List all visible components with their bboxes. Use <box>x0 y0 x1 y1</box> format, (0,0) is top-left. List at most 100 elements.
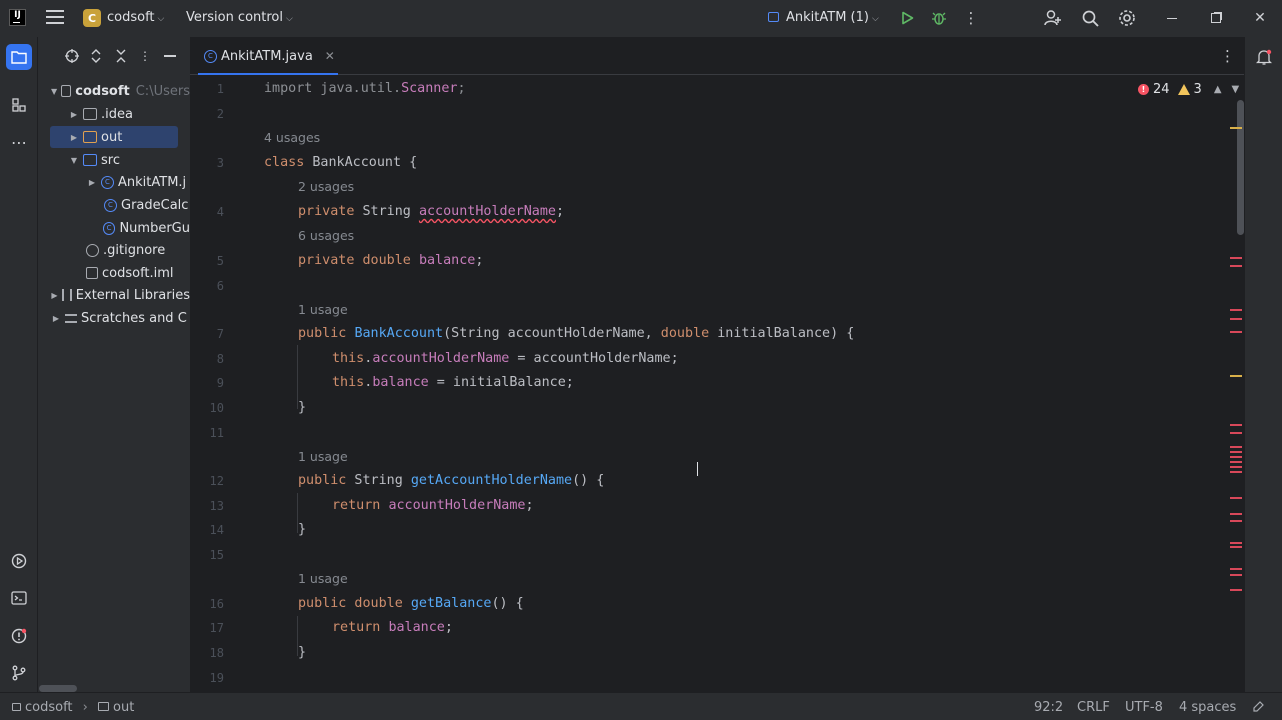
inspections-widget[interactable]: ! 24 3 ▲ ▼ <box>1138 82 1239 97</box>
error-marker[interactable] <box>1230 574 1242 576</box>
indent-setting[interactable]: 4 spaces <box>1179 700 1236 715</box>
error-marker[interactable] <box>1230 331 1242 333</box>
usages-hint[interactable]: 4 usages <box>264 129 320 147</box>
services-icon[interactable] <box>6 548 32 574</box>
more-tool-windows-icon[interactable]: ⋯ <box>6 129 32 155</box>
run-icon[interactable] <box>897 8 917 28</box>
error-marker[interactable] <box>1230 471 1242 473</box>
code-line-1: import java.util.Scanner; <box>264 81 466 96</box>
collapsed-arrow-icon[interactable]: ▶ <box>86 178 98 187</box>
chevron-down-icon: ⌵ <box>286 14 293 24</box>
project-selector[interactable]: codsoft ⌵ <box>107 10 164 25</box>
error-marker[interactable] <box>1230 497 1242 499</box>
line-separator[interactable]: CRLF <box>1077 700 1110 715</box>
tree-item-iml[interactable]: codsoft.iml <box>38 262 190 284</box>
status-bar: codsoft › out 92:2 CRLF UTF-8 4 spaces <box>0 692 1282 720</box>
usages-hint[interactable]: 1 usage <box>298 570 348 588</box>
search-icon[interactable] <box>1080 8 1100 28</box>
run-config-selector[interactable]: AnkitATM (1) ⌵ <box>768 10 879 25</box>
minimize-icon[interactable] <box>1162 8 1182 28</box>
locate-icon[interactable] <box>64 48 80 64</box>
tree-item-idea[interactable]: ▶ .idea <box>38 103 190 125</box>
breadcrumb-separator-icon: › <box>82 700 88 715</box>
breadcrumb-project[interactable]: codsoft <box>25 700 73 715</box>
usages-hint[interactable]: 1 usage <box>298 448 348 466</box>
hide-panel-icon[interactable] <box>162 48 178 64</box>
tab-ankitatm[interactable]: C AnkitATM.java ✕ <box>198 37 341 76</box>
scroll-thumb[interactable] <box>1237 100 1244 235</box>
expanded-arrow-icon[interactable]: ▼ <box>50 87 58 96</box>
restore-icon[interactable] <box>1206 8 1226 28</box>
tree-item-gradecalc[interactable]: C GradeCalc <box>38 194 190 216</box>
project-folder-icon[interactable] <box>6 44 32 70</box>
options-icon[interactable]: ⋮ <box>137 48 153 64</box>
usages-hint[interactable]: 1 usage <box>298 301 348 319</box>
warning-marker[interactable] <box>1230 127 1242 129</box>
error-marker[interactable] <box>1230 546 1242 548</box>
error-marker[interactable] <box>1230 513 1242 515</box>
error-marker[interactable] <box>1230 461 1242 463</box>
version-control-menu[interactable]: Version control ⌵ <box>186 10 293 25</box>
collapsed-arrow-icon[interactable]: ▶ <box>68 110 80 119</box>
project-toolbar: ⋮ <box>38 37 190 75</box>
tree-item-external-libraries[interactable]: ▶ External Libraries <box>38 284 190 306</box>
project-badge[interactable]: C <box>83 9 101 27</box>
line-number: 12 <box>209 474 224 488</box>
notifications-icon[interactable] <box>1251 44 1277 70</box>
error-marker[interactable] <box>1230 466 1242 468</box>
run-config-icon <box>768 12 779 22</box>
error-marker[interactable] <box>1230 424 1242 426</box>
library-icon <box>61 289 72 301</box>
tree-root[interactable]: ▼ codsoft C:\Users <box>38 80 190 102</box>
collapsed-arrow-icon[interactable]: ▶ <box>50 291 59 300</box>
error-marker[interactable] <box>1230 432 1242 434</box>
add-user-icon[interactable] <box>1043 8 1063 28</box>
file-encoding[interactable]: UTF-8 <box>1125 700 1163 715</box>
tree-item-ankitatm[interactable]: ▶ C AnkitATM.j <box>38 171 190 193</box>
tree-item-numberguess[interactable]: C NumberGu <box>38 217 190 239</box>
error-marker[interactable] <box>1230 542 1242 544</box>
problems-icon[interactable] <box>6 623 32 649</box>
usages-hint[interactable]: 6 usages <box>298 227 354 245</box>
tree-item-gitignore[interactable]: .gitignore <box>38 239 190 261</box>
warning-marker[interactable] <box>1230 375 1242 377</box>
code-editor[interactable]: 1 2 3 4 5 6 7 8 9 10 11 12 13 14 15 16 1… <box>190 75 1244 692</box>
tab-options-icon[interactable]: ⋮ <box>1220 47 1235 65</box>
expand-all-icon[interactable] <box>88 48 104 64</box>
readonly-toggle-icon[interactable] <box>1252 700 1265 717</box>
main-menu-icon[interactable] <box>46 10 64 26</box>
project-horizontal-scrollbar[interactable] <box>39 685 77 692</box>
git-icon[interactable] <box>6 660 32 686</box>
collapse-all-icon[interactable] <box>113 48 129 64</box>
tree-item-out[interactable]: ▶ out <box>50 126 178 148</box>
tree-item-src[interactable]: ▼ src <box>38 149 190 171</box>
usages-hint[interactable]: 2 usages <box>298 178 354 196</box>
expanded-arrow-icon[interactable]: ▼ <box>68 156 80 165</box>
previous-problem-icon[interactable]: ▲ <box>1214 84 1222 95</box>
error-marker[interactable] <box>1230 520 1242 522</box>
error-marker[interactable] <box>1230 257 1242 259</box>
error-marker[interactable] <box>1230 451 1242 453</box>
close-icon[interactable]: ✕ <box>1250 8 1270 28</box>
editor-scrollbar[interactable] <box>1226 75 1244 692</box>
close-tab-icon[interactable]: ✕ <box>325 49 335 63</box>
collapsed-arrow-icon[interactable]: ▶ <box>68 133 80 142</box>
structure-icon[interactable] <box>6 92 32 118</box>
error-marker[interactable] <box>1230 318 1242 320</box>
error-marker[interactable] <box>1230 589 1242 591</box>
breadcrumb-folder[interactable]: out <box>113 700 134 715</box>
collapsed-arrow-icon[interactable]: ▶ <box>50 314 62 323</box>
tree-item-scratches[interactable]: ▶ Scratches and C <box>38 307 190 329</box>
settings-icon[interactable] <box>1117 8 1137 28</box>
debug-icon[interactable] <box>929 8 949 28</box>
error-marker[interactable] <box>1230 265 1242 267</box>
error-marker[interactable] <box>1230 456 1242 458</box>
error-marker[interactable] <box>1230 446 1242 448</box>
caret-position[interactable]: 92:2 <box>1034 700 1063 715</box>
error-marker[interactable] <box>1230 568 1242 570</box>
terminal-icon[interactable] <box>6 585 32 611</box>
more-actions-icon[interactable]: ⋮ <box>961 8 981 28</box>
tree-root-path: C:\Users <box>135 83 190 99</box>
error-marker[interactable] <box>1230 309 1242 311</box>
code-line-9: this.balance = initialBalance; <box>332 375 574 390</box>
